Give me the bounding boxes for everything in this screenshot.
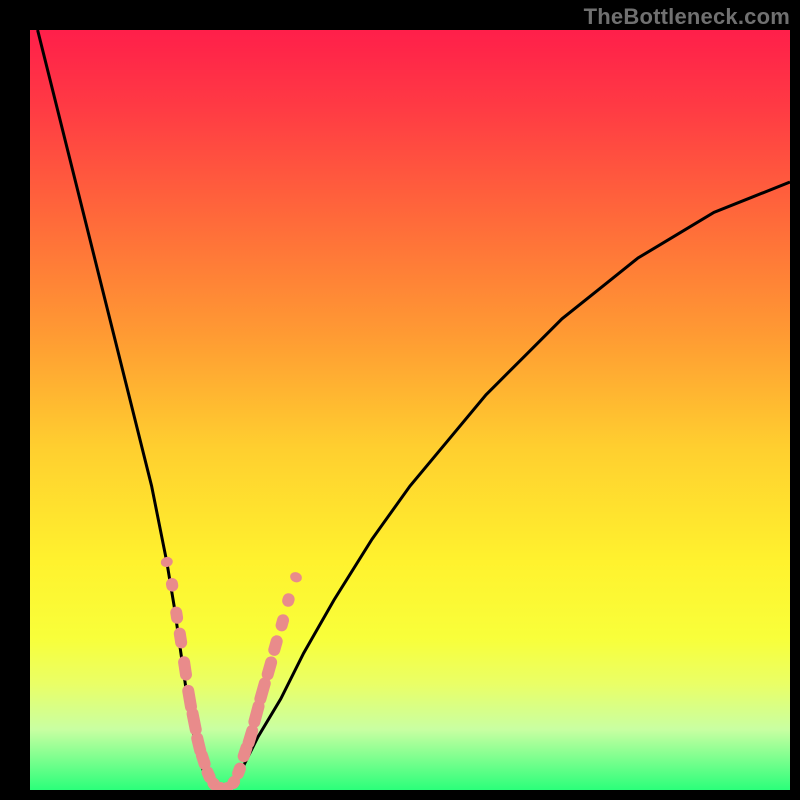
attribution-text: TheBottleneck.com bbox=[584, 4, 790, 30]
gradient-background bbox=[30, 30, 790, 790]
chart-svg bbox=[30, 30, 790, 790]
chart-frame: TheBottleneck.com bbox=[0, 0, 800, 800]
plot-area bbox=[30, 30, 790, 790]
